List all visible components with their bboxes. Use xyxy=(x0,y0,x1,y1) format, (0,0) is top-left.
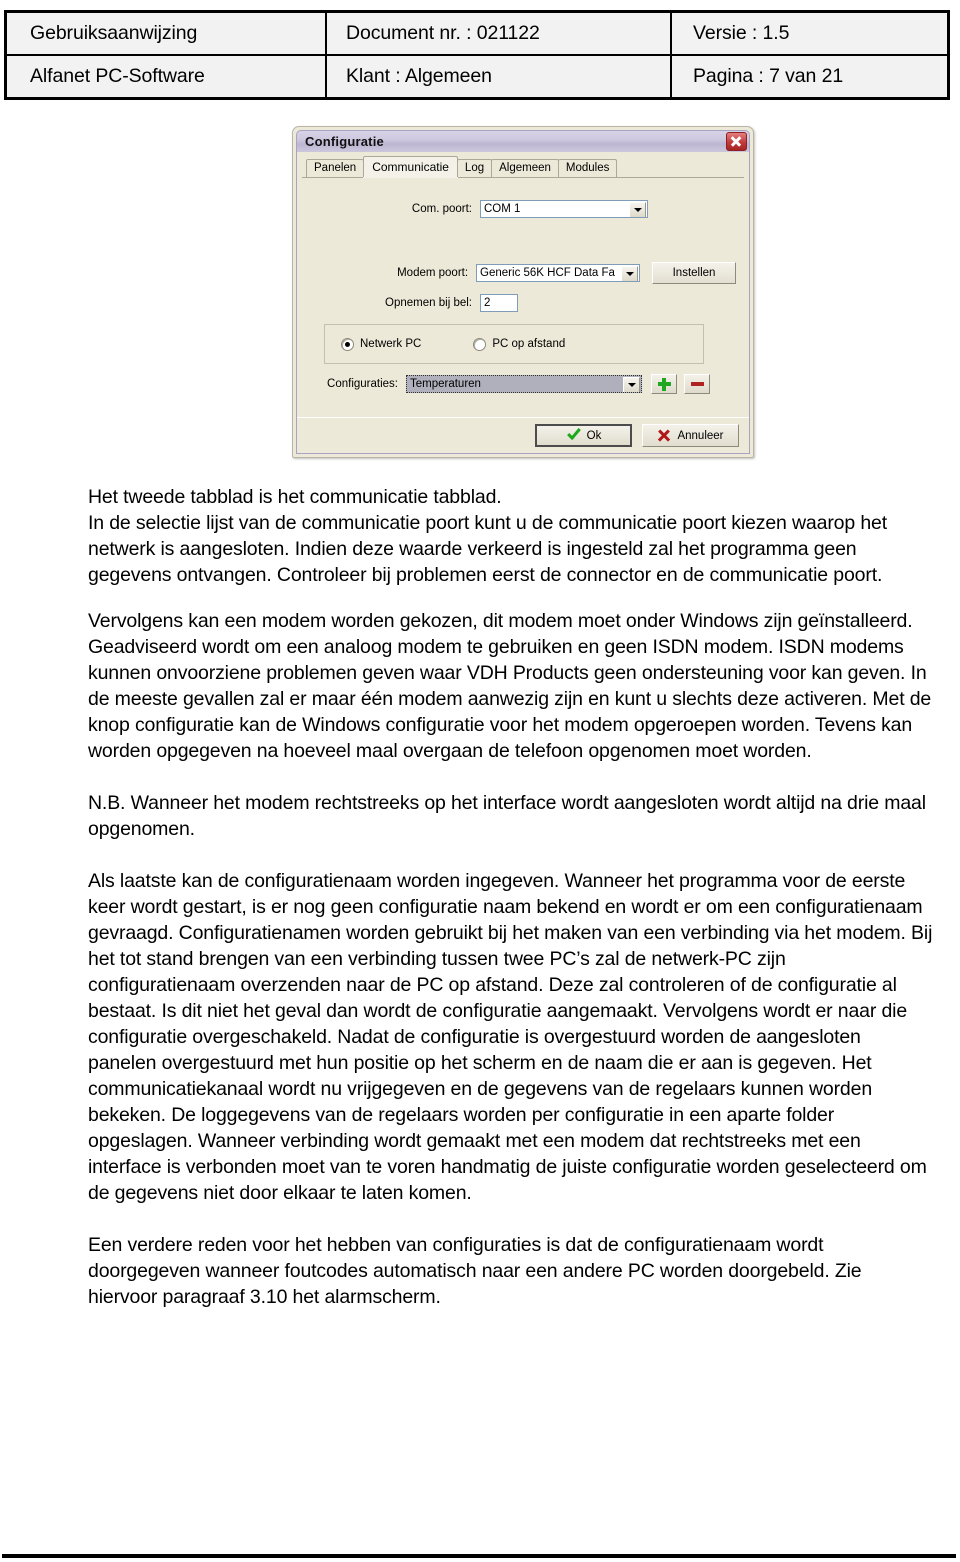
configuraties-label: Configuraties: xyxy=(327,378,398,390)
paragraph-1-line-2: In de selectie lijst van de communicatie… xyxy=(88,512,887,586)
tab-log[interactable]: Log xyxy=(456,159,493,177)
radio-netwerk-pc[interactable]: Netwerk PC xyxy=(341,337,422,351)
document-header-table: Gebruiksaanwijzing Document nr. : 021122… xyxy=(5,11,949,99)
dialog-footer: Ok Annuleer xyxy=(297,417,749,453)
page-bottom-rule xyxy=(2,1554,956,1558)
configuratie-dialog-screenshot: Configuratie Panelen Communicatie Log Al… xyxy=(292,126,754,458)
remove-configuratie-button[interactable] xyxy=(684,374,710,394)
radio-netwerk-pc-label: Netwerk PC xyxy=(360,338,422,350)
modem-poort-combobox[interactable]: Generic 56K HCF Data Fa xyxy=(476,264,641,282)
dialog-titlebar: Configuratie xyxy=(296,130,750,152)
instellen-button[interactable]: Instellen xyxy=(652,262,737,284)
modem-poort-label: Modem poort: xyxy=(397,267,469,279)
annuleer-button-label: Annuleer xyxy=(677,429,724,442)
tab-modules[interactable]: Modules xyxy=(557,159,618,177)
paragraph-4: Als laatste kan de configuratienaam word… xyxy=(88,870,933,1204)
add-configuratie-button[interactable] xyxy=(651,374,677,394)
chevron-down-icon[interactable] xyxy=(621,266,639,281)
radio-dot-icon xyxy=(341,337,354,351)
paragraph-5: Een verdere reden voor het hebben van co… xyxy=(88,1234,862,1308)
tab-communicatie[interactable]: Communicatie xyxy=(363,156,458,177)
radio-dot-icon xyxy=(473,337,487,351)
dialog-body: Panelen Communicatie Log Algemeen Module… xyxy=(296,152,750,454)
chevron-down-icon[interactable] xyxy=(623,377,640,392)
header-row-2: Alfanet PC-Software Klant : Algemeen Pag… xyxy=(7,56,947,97)
paragraph-2: Vervolgens kan een modem worden gekozen,… xyxy=(88,610,932,762)
header-version: Versie : 1.5 xyxy=(693,22,790,44)
header-doc-number: Document nr. : 021122 xyxy=(327,13,672,54)
radio-pc-op-afstand-label: PC op afstand xyxy=(492,338,566,350)
dialog-title: Configuratie xyxy=(305,134,384,149)
header-page-number: Pagina : 7 van 21 xyxy=(693,65,844,87)
configuraties-value: Temperaturen xyxy=(410,378,481,390)
paragraph-3-nb: N.B. Wanneer het modem rechtstreeks op h… xyxy=(88,792,926,840)
com-poort-value: COM 1 xyxy=(484,203,521,215)
com-poort-label: Com. poort: xyxy=(411,203,472,215)
x-icon xyxy=(657,429,670,442)
radio-pc-op-afstand[interactable]: PC op afstand xyxy=(473,337,566,351)
ok-button-label: Ok xyxy=(586,429,602,442)
plus-icon xyxy=(657,377,671,391)
close-icon[interactable] xyxy=(726,132,747,151)
paragraph-1-line-1: Het tweede tabblad is het communicatie t… xyxy=(88,486,502,508)
chevron-down-icon[interactable] xyxy=(629,202,646,217)
header-row-1: Gebruiksaanwijzing Document nr. : 021122… xyxy=(7,13,947,56)
ok-button[interactable]: Ok xyxy=(535,424,632,447)
header-doc-type: Gebruiksaanwijzing xyxy=(7,13,327,54)
minus-icon xyxy=(690,382,704,386)
communicatie-tab-panel: Com. poort: COM 1 Modem poort: Generic 5… xyxy=(302,178,744,436)
annuleer-button[interactable]: Annuleer xyxy=(642,424,739,447)
dialog-tabstrip: Panelen Communicatie Log Algemeen Module… xyxy=(302,156,744,178)
check-icon xyxy=(566,430,580,442)
opnemen-bij-bel-label: Opnemen bij bel: xyxy=(385,297,472,309)
document-body: Het tweede tabblad is het communicatie t… xyxy=(88,484,933,1330)
tab-algemeen[interactable]: Algemeen xyxy=(491,159,559,177)
modem-poort-value: Generic 56K HCF Data Fa xyxy=(480,267,615,279)
header-product: Alfanet PC-Software xyxy=(7,56,327,97)
opnemen-bij-bel-input[interactable]: 2 xyxy=(480,294,518,312)
configuraties-combobox[interactable]: Temperaturen xyxy=(406,375,642,393)
pc-mode-groupbox: Netwerk PC PC op afstand xyxy=(324,324,704,364)
com-poort-combobox[interactable]: COM 1 xyxy=(480,200,648,218)
tab-panelen[interactable]: Panelen xyxy=(306,159,365,177)
header-client: Klant : Algemeen xyxy=(327,56,672,97)
